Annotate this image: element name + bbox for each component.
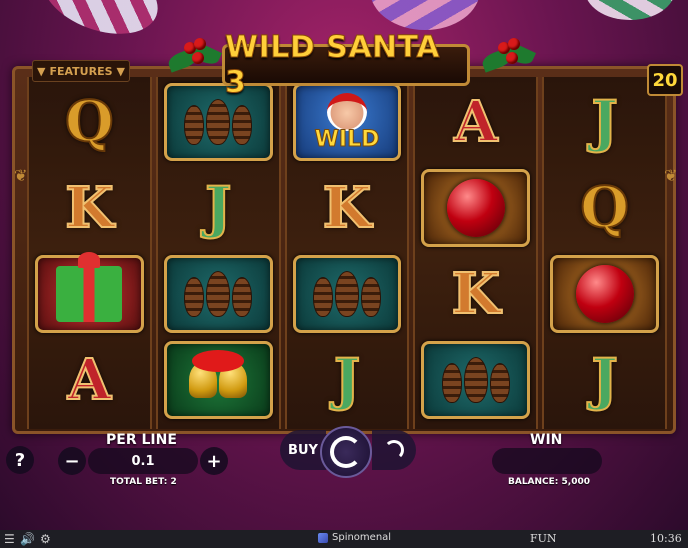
autoplay-icon <box>384 440 404 460</box>
symbol-j: J <box>590 346 618 414</box>
paylines-count: 20 <box>647 64 683 96</box>
spin-button[interactable] <box>320 426 372 478</box>
clock: 10:36 <box>650 532 682 545</box>
win-value <box>492 448 602 474</box>
symbol-gift <box>35 252 144 333</box>
spin-icon <box>330 436 362 468</box>
per-line-value: 0.1 <box>88 448 198 474</box>
triangle-down-icon: ▼ <box>37 64 46 78</box>
pinecone-icon <box>441 357 510 403</box>
symbol-q: Q <box>64 88 115 156</box>
features-label: FEATURES <box>49 64 113 78</box>
pinecone-icon <box>312 271 381 317</box>
provider-logo: Spinomenal <box>318 532 391 543</box>
symbol-k: K <box>64 174 115 242</box>
game-title: WILD SANTA 3 <box>222 30 470 101</box>
background-candy-decoration <box>370 0 480 30</box>
win-label: WIN <box>530 432 563 448</box>
per-line-label: PER LINE <box>106 432 177 448</box>
symbol-j: J <box>204 174 232 242</box>
control-panel: ? PER LINE 0.1 − + TOTAL BET: 2 BUY WIN … <box>0 426 688 490</box>
sound-icon[interactable]: 🔊 <box>20 532 35 546</box>
triangle-down-icon: ▼ <box>116 64 125 78</box>
symbol-ornament <box>421 169 531 247</box>
symbol-q: Q <box>579 174 630 242</box>
symbol-j: J <box>590 88 618 156</box>
decrease-bet-button[interactable]: − <box>58 447 86 475</box>
total-bet-label: TOTAL BET: 2 <box>110 477 177 487</box>
gift-icon <box>56 252 123 322</box>
game-mode: FUN <box>530 532 557 545</box>
symbol-bells <box>163 341 273 419</box>
ornament-icon <box>446 179 505 237</box>
reel-5: JQJ <box>542 77 667 429</box>
reel-1: QK A <box>27 77 152 429</box>
symbol-j: J <box>333 346 361 414</box>
wild-label: WILD <box>314 126 380 152</box>
symbol-pinecone <box>421 341 531 419</box>
autoplay-button[interactable] <box>372 430 416 470</box>
reel-4: AK <box>413 77 539 429</box>
features-button[interactable]: ▼ FEATURES ▼ <box>32 60 130 82</box>
reel-grid: Q K A J WILD K J A K J Q J <box>27 77 667 429</box>
frame-ornament-icon: ❦ <box>664 166 678 185</box>
spinomenal-logo-icon <box>318 532 328 543</box>
background-candy-decoration <box>585 0 675 20</box>
status-bar: ☰ 🔊 ⚙ Spinomenal FUN 10:36 <box>0 530 688 548</box>
help-button[interactable]: ? <box>6 446 34 474</box>
symbol-k: K <box>450 260 501 328</box>
reel-frame: Q K A J WILD K J A K J Q J <box>12 66 676 434</box>
balance-label: BALANCE: 5,000 <box>508 477 591 487</box>
provider-name: Spinomenal <box>332 532 392 543</box>
symbol-pinecone <box>292 255 402 333</box>
holly-icon <box>480 38 538 88</box>
background-candy-decoration <box>31 0 169 49</box>
pinecone-icon <box>184 99 253 145</box>
reel-3: WILD K J <box>284 77 410 429</box>
pinecone-icon <box>184 271 253 317</box>
settings-icon[interactable]: ⚙ <box>40 532 51 546</box>
menu-icon[interactable]: ☰ <box>4 532 15 546</box>
holly-icon <box>166 38 224 88</box>
ornament-icon <box>575 265 634 323</box>
symbol-pinecone <box>163 255 273 333</box>
increase-bet-button[interactable]: + <box>200 447 228 475</box>
frame-ornament-icon: ❦ <box>14 166 28 185</box>
symbol-a: A <box>67 346 112 414</box>
bow-icon <box>192 350 245 372</box>
reel-2: J <box>155 77 281 429</box>
symbol-k: K <box>322 174 373 242</box>
symbol-ornament <box>550 255 659 333</box>
